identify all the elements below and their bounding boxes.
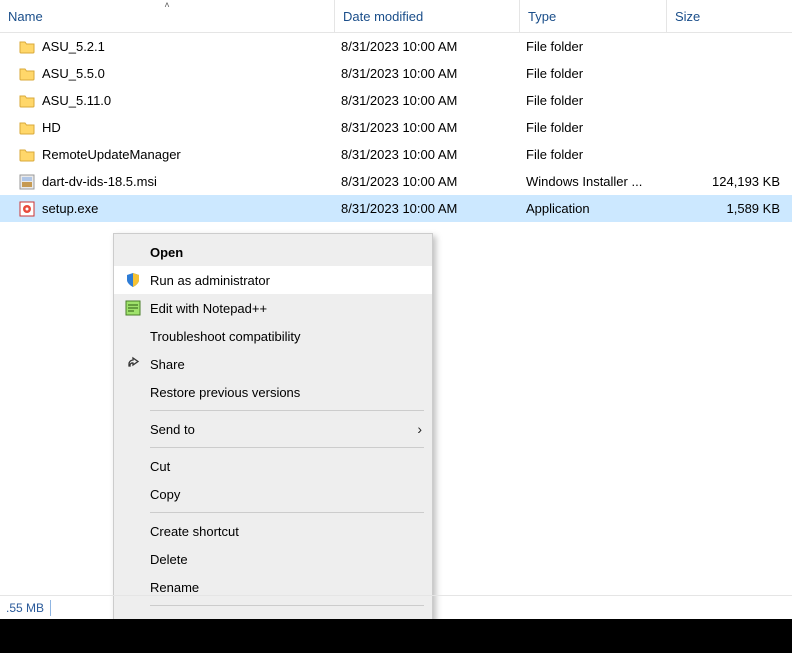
status-bar: .55 MB [0, 595, 792, 619]
menu-send-to-label: Send to [144, 422, 417, 437]
menu-troubleshoot-label: Troubleshoot compatibility [144, 329, 422, 344]
column-header-date[interactable]: Date modified [335, 0, 520, 32]
sort-ascending-icon: ˄ [164, 0, 169, 10]
file-type: File folder [520, 66, 667, 81]
column-header-date-label: Date modified [343, 9, 423, 24]
column-header-size[interactable]: Size [667, 0, 792, 32]
menu-edit-notepadpp[interactable]: Edit with Notepad++ [114, 294, 432, 322]
folder-icon [18, 119, 36, 137]
folder-icon [18, 92, 36, 110]
menu-send-to[interactable]: Send to › [114, 415, 432, 443]
status-size-text: .55 MB [6, 601, 44, 615]
menu-shortcut-label: Create shortcut [144, 524, 422, 539]
bottom-black-bar [0, 619, 792, 653]
column-header-name-label: Name [8, 9, 43, 24]
file-name: RemoteUpdateManager [42, 147, 181, 162]
menu-rename-label: Rename [144, 580, 422, 595]
menu-edit-npp-label: Edit with Notepad++ [144, 301, 422, 316]
msi-icon [18, 173, 36, 191]
file-date: 8/31/2023 10:00 AM [335, 39, 520, 54]
file-size: 1,589 KB [667, 201, 792, 216]
file-name: dart-dv-ids-18.5.msi [42, 174, 157, 189]
file-type: Application [520, 201, 667, 216]
column-header-type-label: Type [528, 9, 556, 24]
menu-run-admin-label: Run as administrator [144, 273, 422, 288]
chevron-right-icon: › [417, 421, 422, 437]
menu-separator [150, 512, 424, 513]
menu-open-label: Open [144, 245, 422, 260]
menu-copy-label: Copy [144, 487, 422, 502]
menu-delete-label: Delete [144, 552, 422, 567]
menu-delete[interactable]: Delete [114, 545, 432, 573]
file-date: 8/31/2023 10:00 AM [335, 201, 520, 216]
share-icon [122, 356, 144, 372]
menu-cut-label: Cut [144, 459, 422, 474]
file-row[interactable]: ASU_5.2.1 8/31/2023 10:00 AMFile folder [0, 33, 792, 60]
file-name: HD [42, 120, 61, 135]
folder-icon [18, 65, 36, 83]
column-header-type[interactable]: Type [520, 0, 667, 32]
file-name: ASU_5.2.1 [42, 39, 105, 54]
file-date: 8/31/2023 10:00 AM [335, 93, 520, 108]
file-row[interactable]: dart-dv-ids-18.5.msi 8/31/2023 10:00 AMWi… [0, 168, 792, 195]
file-row[interactable]: RemoteUpdateManager 8/31/2023 10:00 AMFil… [0, 141, 792, 168]
file-date: 8/31/2023 10:00 AM [335, 66, 520, 81]
column-header-name[interactable]: Name ˄ [0, 0, 335, 32]
shield-icon [122, 272, 144, 288]
menu-share-label: Share [144, 357, 422, 372]
file-row[interactable]: setup.exe 8/31/2023 10:00 AMApplication1,… [0, 195, 792, 222]
file-row[interactable]: HD 8/31/2023 10:00 AMFile folder [0, 114, 792, 141]
menu-restore-previous-versions[interactable]: Restore previous versions [114, 378, 432, 406]
file-type: File folder [520, 120, 667, 135]
file-row[interactable]: ASU_5.11.0 8/31/2023 10:00 AMFile folder [0, 87, 792, 114]
file-type: File folder [520, 147, 667, 162]
file-date: 8/31/2023 10:00 AM [335, 174, 520, 189]
folder-icon [18, 38, 36, 56]
file-date: 8/31/2023 10:00 AM [335, 120, 520, 135]
file-list: ASU_5.2.18/31/2023 10:00 AMFile folderAS… [0, 33, 792, 222]
status-separator [50, 600, 51, 616]
file-row[interactable]: ASU_5.5.0 8/31/2023 10:00 AMFile folder [0, 60, 792, 87]
file-type: File folder [520, 39, 667, 54]
menu-separator [150, 410, 424, 411]
file-name: ASU_5.5.0 [42, 66, 105, 81]
menu-open[interactable]: Open [114, 238, 432, 266]
menu-separator [150, 447, 424, 448]
column-header-row: Name ˄ Date modified Type Size [0, 0, 792, 33]
menu-troubleshoot-compatibility[interactable]: Troubleshoot compatibility [114, 322, 432, 350]
column-header-size-label: Size [675, 9, 700, 24]
menu-cut[interactable]: Cut [114, 452, 432, 480]
file-type: Windows Installer ... [520, 174, 667, 189]
file-type: File folder [520, 93, 667, 108]
folder-icon [18, 146, 36, 164]
file-name: setup.exe [42, 201, 98, 216]
menu-copy[interactable]: Copy [114, 480, 432, 508]
notepadpp-icon [122, 300, 144, 316]
context-menu: Open Run as administrator Edit with Note… [113, 233, 433, 643]
menu-create-shortcut[interactable]: Create shortcut [114, 517, 432, 545]
file-name: ASU_5.11.0 [42, 93, 111, 108]
exe-icon [18, 200, 36, 218]
file-size: 124,193 KB [667, 174, 792, 189]
menu-share[interactable]: Share [114, 350, 432, 378]
menu-restore-label: Restore previous versions [144, 385, 422, 400]
file-date: 8/31/2023 10:00 AM [335, 147, 520, 162]
menu-run-as-administrator[interactable]: Run as administrator [114, 266, 432, 294]
